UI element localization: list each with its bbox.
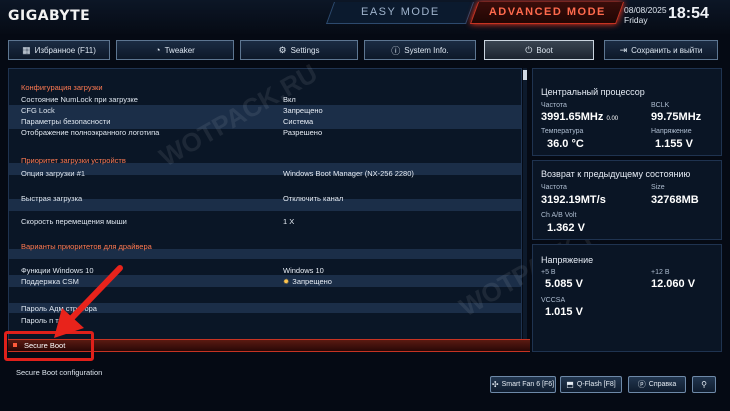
smart-fan-button[interactable]: ✣ Smart Fan 6 [F6] [490,376,556,393]
power-icon: ⏻ [525,44,533,55]
scrollbar-thumb[interactable] [523,70,527,80]
setting-value: Система [283,117,314,126]
tab-save-exit[interactable]: ⇥ Сохранить и выйти [604,40,718,60]
tab-label: System Info. [404,45,449,55]
section-title: Приоритет загрузки устройств [21,156,126,165]
setting-fullscreen-logo[interactable]: Отображение полноэкранного логотипа Разр… [9,127,521,138]
brand-logo: GIGABYTE [8,8,91,24]
memory-title: Возврат к предыдущему состоянию [541,169,691,179]
fan-icon: ✣ [491,380,499,389]
date-text: 08/08/2025 [624,5,667,15]
memory-freq-value: 3192.19MT/s [541,194,606,206]
cpu-volt-value: 1.155 V [655,138,693,150]
search-icon: ⚲ [701,380,707,389]
setting-value: ✹ Запрещено [283,276,332,287]
setting-label: CFG Lock [21,106,55,115]
memory-freq-label: Частота [541,184,567,191]
help-icon: ⓟ [637,380,646,389]
v5-label: +5 В [541,269,556,276]
button-label: Справка [648,381,677,388]
easy-mode-tab[interactable]: EASY MODE [325,2,475,24]
easy-mode-label: EASY MODE [361,6,440,18]
tab-label: Сохранить и выйти [631,45,703,55]
tab-system-info[interactable]: ⓘ System Info. [364,40,476,60]
weekday-text: Friday [624,15,648,25]
annotation-arrow-icon [54,265,123,338]
memory-size-label: Size [651,184,665,191]
voltage-title: Напряжение [541,255,594,265]
hardware-info-panel: Центральный процессор Частота 3991.65MHz… [532,68,722,352]
setting-label: Опция загрузки #1 [21,169,86,178]
setting-value: 1 X [283,217,295,226]
vccsa-value: 1.015 V [545,306,583,318]
main-tabs: ▦ Избранное (F11) ◔ Tweaker ⚙ Settings ⓘ… [0,40,730,62]
cpu-temp-label: Температура [541,128,584,135]
setting-label: Быстрая загрузка [21,194,83,203]
tab-label: Boot [536,45,553,55]
memory-volt-label: Ch A/B Volt [541,212,577,219]
qflash-button[interactable]: ⬒ Q-Flash [F8] [560,376,622,393]
header-bar: GIGABYTE EASY MODE ADVANCED MODE 08/08/2… [0,0,730,34]
search-button[interactable]: ⚲ [692,376,716,393]
cpu-freq-value: 3991.65MHz 0.00 [541,111,618,123]
setting-value: Отключить канал [283,194,344,203]
help-button[interactable]: ⓟ Справка [628,376,686,393]
exit-icon: ⇥ [619,44,628,55]
star-icon: ▦ [22,44,31,55]
section-header: Варианты приоритетов для драйвера [9,241,521,252]
memory-size-value: 32768MB [651,194,699,206]
section-title: Варианты приоритетов для драйвера [21,242,152,251]
cpu-volt-label: Напряжение [651,128,692,135]
gauge-icon: ◔ [155,45,161,55]
cpu-freq-sub: 0.00 [606,116,619,122]
v12-label: +12 В [651,269,670,276]
flash-icon: ⬒ [566,380,574,389]
cpu-info-box: Центральный процессор Частота 3991.65MHz… [532,68,722,156]
v5-value: 5.085 V [545,278,583,290]
setting-fast-boot[interactable]: Быстрая загрузка Отключить канал [9,193,521,204]
memory-volt-value: 1.362 V [547,222,585,234]
setting-label: Параметры безопасности [21,117,111,126]
setting-boot-option-1[interactable]: Опция загрузки #1 Windows Boot Manager (… [9,168,521,179]
button-label: Smart Fan 6 [F6] [501,381,555,388]
gear-icon: ⚙ [278,44,287,55]
section-title: Конфигурация загрузки [21,83,103,92]
setting-label: Отображение полноэкранного логотипа [21,128,160,137]
settings-scrollbar[interactable] [523,68,527,352]
setting-value: Windows Boot Manager (NX-256 2280) [283,169,414,178]
tab-label: Tweaker [164,45,195,55]
voltage-info-box: Напряжение +5 В 5.085 V +12 В 12.060 V V… [532,244,722,352]
vccsa-label: VCCSA [541,297,566,304]
setting-value: Разрешено [283,128,323,137]
v12-value: 12.060 V [651,278,696,290]
help-description: Secure Boot configuration [16,368,103,377]
section-header: Приоритет загрузки устройств [9,155,521,166]
cpu-freq-label: Частота [541,102,567,109]
bclk-label: BCLK [651,102,670,109]
setting-value: Windows 10 [283,266,324,275]
tab-tweaker[interactable]: ◔ Tweaker [116,40,234,60]
memory-info-box: Возврат к предыдущему состоянию Частота … [532,160,722,240]
cpu-temp-value: 36.0 °C [547,138,584,150]
cpu-title: Центральный процессор [541,87,645,97]
clock: 18:54 [668,5,709,22]
tab-favorites[interactable]: ▦ Избранное (F11) [8,40,110,60]
date-display: 08/08/2025 Friday [624,5,667,25]
setting-value: Запрещено [283,106,323,115]
setting-label: Скорость перемещения мыши [21,217,127,226]
advanced-mode-label: ADVANCED MODE [488,6,606,18]
button-label: Q-Flash [F8] [576,381,616,388]
tab-label: Settings [290,45,320,55]
setting-value-text: Запрещено [292,277,332,286]
tab-settings[interactable]: ⚙ Settings [240,40,358,60]
sun-icon: ✹ [283,277,290,286]
tab-label: Избранное (F11) [34,45,96,55]
tab-boot[interactable]: ⏻ Boot [484,40,594,60]
bclk-value: 99.75MHz [651,111,702,123]
setting-label: Состояние NumLock при загрузке [21,95,138,104]
advanced-mode-tab[interactable]: ADVANCED MODE [469,2,625,24]
cpu-freq-text: 3991.65MHz [541,111,604,123]
info-icon: ⓘ [391,45,401,56]
setting-mouse-speed[interactable]: Скорость перемещения мыши 1 X [9,216,521,227]
